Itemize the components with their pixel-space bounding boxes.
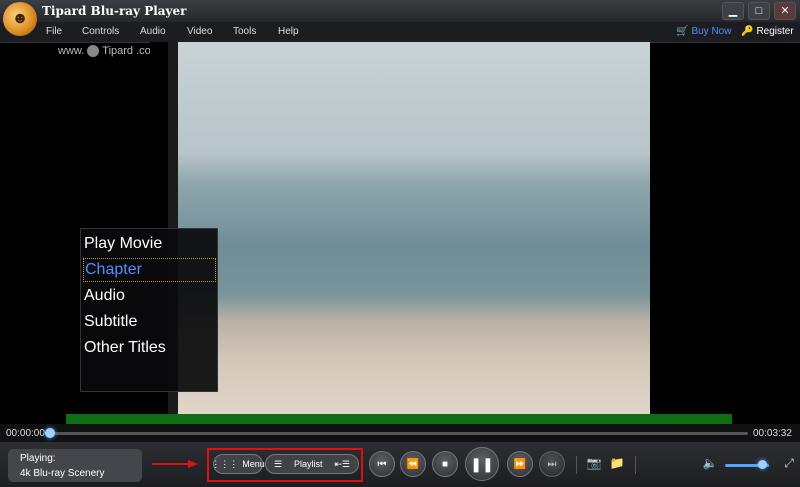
window-controls: ▁ □ ✕ xyxy=(722,2,796,20)
playlist-button-label: Playlist xyxy=(293,459,323,469)
rewind-button[interactable]: ⏪ xyxy=(400,451,426,477)
status-title: 4k Blu-ray Scenery xyxy=(20,468,105,479)
skip-back-icon: ⏮ xyxy=(377,458,387,470)
pause-icon: ❚❚ xyxy=(470,455,494,472)
disc-menu-panel: Play Movie Chapter Audio Subtitle Other … xyxy=(80,228,218,392)
menu-controls[interactable]: Controls xyxy=(82,26,119,37)
fullscreen-icon: ⤢ xyxy=(784,456,794,470)
register-label: Register xyxy=(756,26,794,37)
next-chapter-button[interactable]: ⏭ xyxy=(539,451,565,477)
app-title: Tipard Blu-ray Player xyxy=(42,4,187,18)
maximize-button[interactable]: □ xyxy=(748,2,770,20)
menu-bar: File Controls Audio Video Tools Help 🛒 B… xyxy=(0,22,800,43)
menu-help[interactable]: Help xyxy=(278,26,299,37)
menu-file[interactable]: File xyxy=(46,26,62,37)
fast-forward-icon: ⏩ xyxy=(513,458,527,470)
volume-icon: 🔈 xyxy=(702,456,718,470)
menu-audio[interactable]: Audio xyxy=(140,26,166,37)
status-label: Playing: xyxy=(20,453,56,464)
camera-icon: 📷 xyxy=(586,456,602,470)
disc-menu-play-movie[interactable]: Play Movie xyxy=(83,233,214,255)
minimize-button[interactable]: ▁ xyxy=(722,2,744,20)
video-display[interactable] xyxy=(150,42,650,414)
title-bar: Tipard Blu-ray Player ▁ □ ✕ xyxy=(0,0,800,22)
total-time: 00:03:32 xyxy=(753,428,792,439)
seek-handle[interactable] xyxy=(45,428,55,438)
buy-now-link[interactable]: 🛒 Buy Now xyxy=(676,26,731,37)
disc-menu-subtitle[interactable]: Subtitle xyxy=(83,311,214,333)
now-playing-box: Playing: 4k Blu-ray Scenery xyxy=(8,449,142,482)
control-bar: Playing: 4k Blu-ray Scenery ⋮⋮⋮ Menu ☰ P… xyxy=(0,442,800,487)
red-arrow-icon xyxy=(152,460,198,468)
buy-now-label: Buy Now xyxy=(691,26,732,37)
watermark-prefix: www. xyxy=(58,45,85,57)
rewind-icon: ⏪ xyxy=(406,458,420,470)
fullscreen-button[interactable]: ⤢ xyxy=(781,456,797,470)
seek-bar[interactable] xyxy=(50,432,748,435)
volume-handle[interactable] xyxy=(757,460,767,469)
current-time: 00:00:00 xyxy=(6,428,45,439)
disc-menu-other-titles[interactable]: Other Titles xyxy=(83,337,214,359)
disc-menu-chapter[interactable]: Chapter xyxy=(83,258,216,282)
snapshot-button[interactable]: 📷 xyxy=(586,456,602,470)
disc-menu-audio[interactable]: Audio xyxy=(83,285,214,307)
folder-icon: 📁 xyxy=(609,456,625,470)
menu-button[interactable]: ⋮⋮⋮ Menu xyxy=(211,454,265,474)
menu-video[interactable]: Video xyxy=(187,26,212,37)
fast-forward-button[interactable]: ⏩ xyxy=(507,451,533,477)
grid-icon: ⋮⋮⋮ xyxy=(211,458,239,469)
tipard-logo-icon: ☻ xyxy=(3,2,37,36)
playlist-button[interactable]: ☰ Playlist ⇤☰ xyxy=(265,454,359,474)
progress-area: 00:00:00 00:03:32 xyxy=(0,424,800,442)
cart-icon: 🛒 xyxy=(676,26,689,37)
previous-chapter-button[interactable]: ⏮ xyxy=(369,451,395,477)
key-icon: 🔑 xyxy=(741,26,754,37)
watermark: www. Tipard .com xyxy=(58,45,160,57)
stop-icon: ■ xyxy=(441,458,449,470)
playlist-toggle-icon: ⇤☰ xyxy=(334,458,350,469)
open-folder-button[interactable]: 📁 xyxy=(609,456,625,470)
skip-forward-icon: ⏭ xyxy=(547,458,557,470)
video-frame xyxy=(168,42,650,414)
menu-tools[interactable]: Tools xyxy=(233,26,256,37)
tipard-watermark-icon xyxy=(87,45,100,57)
divider xyxy=(635,456,636,474)
video-bottom-strip xyxy=(66,414,732,424)
register-link[interactable]: 🔑 Register xyxy=(741,26,794,37)
mute-button[interactable]: 🔈 xyxy=(702,456,718,470)
list-icon: ☰ xyxy=(274,458,283,469)
pause-button[interactable]: ❚❚ xyxy=(465,447,499,481)
close-button[interactable]: ✕ xyxy=(774,2,796,20)
stop-button[interactable]: ■ xyxy=(432,451,458,477)
divider xyxy=(576,456,577,474)
menu-button-label: Menu xyxy=(242,459,265,469)
